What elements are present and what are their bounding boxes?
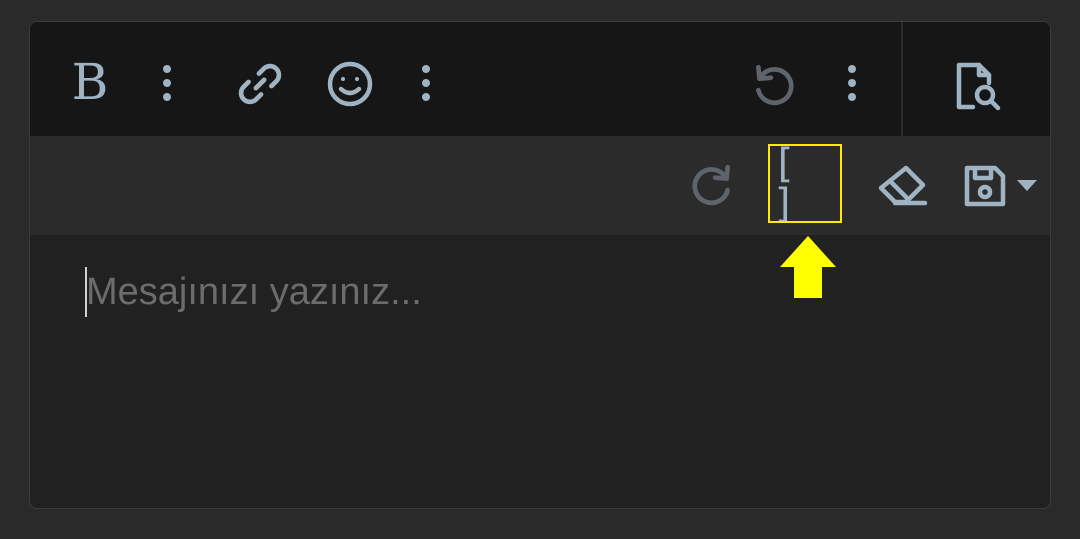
save-draft-dropdown[interactable] [1012,172,1042,200]
highlight-box [768,144,842,223]
more-vertical-icon [848,65,856,101]
insert-link-button[interactable] [230,54,290,114]
emoji-button[interactable] [320,54,380,114]
more-options-button[interactable] [152,58,182,108]
emoji-smile-icon [327,61,373,107]
undo-icon [756,64,794,106]
save-draft-icon [964,165,1006,207]
redo-icon [692,164,730,206]
more-vertical-icon [422,65,430,101]
save-draft-button[interactable] [956,156,1014,216]
message-placeholder: Mesajınızı yazınız... [86,271,422,313]
more-options-button[interactable] [837,58,867,108]
preview-button[interactable] [944,54,1008,118]
bold-button[interactable]: B [62,52,118,112]
more-options-button[interactable] [411,58,441,108]
preview-icon [956,62,1001,111]
eraser-icon [878,165,928,206]
link-icon [238,63,282,105]
message-input[interactable]: Mesajınızı yazınız... [30,235,1050,508]
message-editor: B [] Mesajınızı yazınız... [29,21,1051,509]
toolbar-divider [901,22,903,136]
caret-down-icon [1017,180,1037,191]
undo-button[interactable] [744,56,804,116]
bold-icon: B [71,53,109,111]
editor-toolbar-primary: B [30,22,1050,136]
redo-button[interactable] [682,156,742,216]
editor-toolbar-secondary: [ ] [30,136,1050,235]
clear-formatting-button[interactable] [870,156,934,216]
more-vertical-icon [163,65,171,101]
